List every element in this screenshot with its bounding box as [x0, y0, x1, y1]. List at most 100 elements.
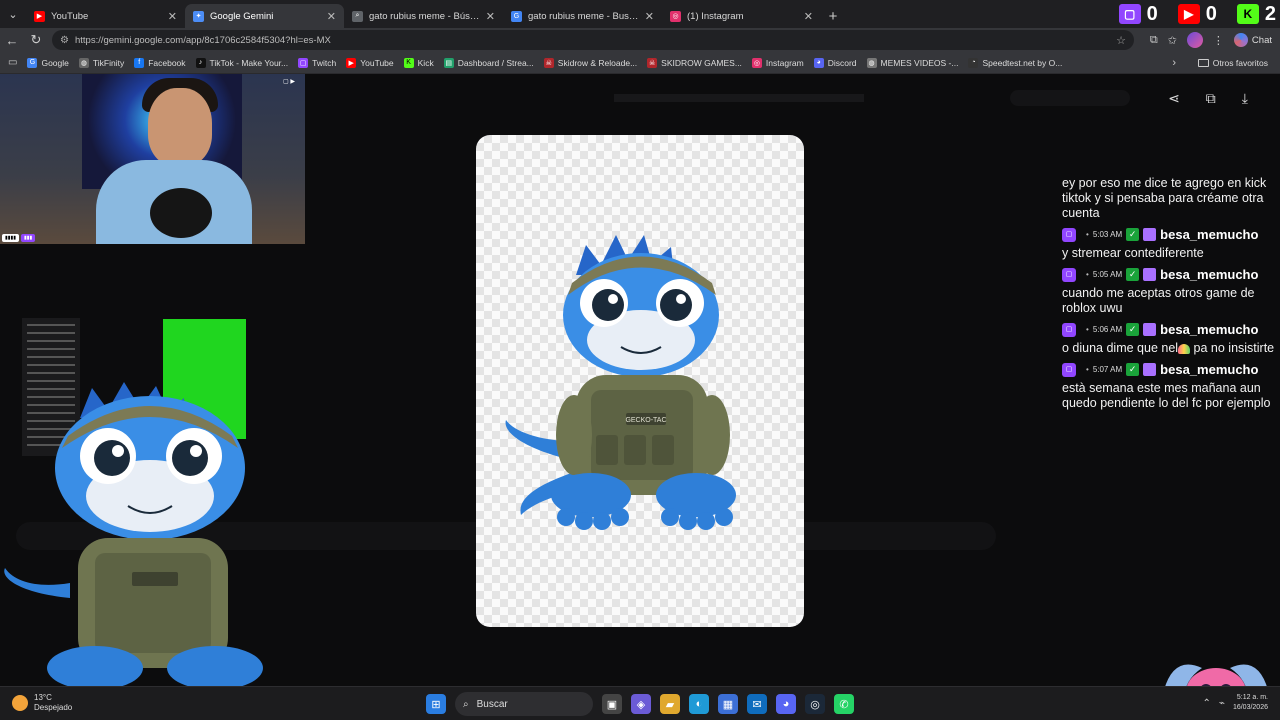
bookmark-tikfinity[interactable]: ◍ TikFinity	[78, 57, 125, 68]
bookmark-dashboard[interactable]: ▤ Dashboard / Strea...	[443, 57, 534, 68]
chat-text: o diuna dime que nel	[1062, 341, 1179, 355]
subscriber-badge-icon	[1143, 363, 1157, 376]
stream-chat: ey por eso me dice te agrego en kick tik…	[1062, 176, 1280, 417]
bookmark-star-icon[interactable]: ☆	[1116, 34, 1126, 47]
bookmark-skidrow-games[interactable]: ☠ SKIDROW GAMES...	[647, 57, 742, 68]
tab-google-gemini[interactable]: ✦ Google Gemini ✕	[185, 4, 344, 28]
instagram-icon: ◎	[751, 57, 762, 68]
toolbar-actions: ⧉ ✩ ⋮ Chat	[1150, 28, 1272, 52]
file-explorer-icon[interactable]: ▰	[660, 694, 680, 714]
bookmark-facebook[interactable]: f Facebook	[134, 57, 186, 68]
bookmark-twitch[interactable]: ▢ Twitch	[298, 57, 337, 68]
back-icon[interactable]: ←	[0, 28, 24, 52]
bookmark-label: Twitch	[312, 57, 337, 68]
outlook-icon[interactable]: ✉	[747, 694, 767, 714]
store-icon[interactable]: ▦	[718, 694, 738, 714]
download-icon[interactable]: ⤓	[1242, 90, 1248, 107]
new-tab-button[interactable]: +	[821, 4, 845, 28]
bookmark-label: Google	[41, 57, 69, 68]
generated-image[interactable]: GECKO-TAC	[476, 135, 804, 627]
copy-icon[interactable]: ⧉	[1206, 90, 1216, 107]
tab-label: Google Gemini	[210, 10, 274, 22]
bookmark-discord[interactable]: ◕ Discord	[813, 57, 857, 68]
tab-label: gato rubius meme - Búsqueda	[369, 10, 482, 22]
chat-username: besa_memucho	[1160, 362, 1259, 377]
weather-icon	[12, 695, 28, 711]
chat-timestamp: 5:03 AM	[1092, 230, 1123, 239]
clock[interactable]: 5:12 a. m. 16/03/2026	[1233, 693, 1268, 713]
chat-button-label: Chat	[1251, 34, 1272, 46]
weather-widget[interactable]: 13°C Despejado	[12, 693, 72, 713]
windows-start-icon[interactable]: ⊞	[426, 694, 446, 714]
chat-username: besa_memucho	[1160, 322, 1259, 337]
extensions-icon[interactable]: ⧉	[1150, 34, 1158, 47]
steam-icon[interactable]: ◎	[805, 694, 825, 714]
google-favicon-icon: G	[511, 10, 522, 22]
weather-condition: Despejado	[34, 703, 73, 712]
streamer-tag: ▮▮▮▮ ▮▮▮	[2, 234, 36, 242]
tag-badge: ▮▮▮▮	[2, 234, 20, 242]
check-badge-icon: ✓	[1126, 228, 1140, 241]
tab-instagram[interactable]: ◎ (1) Instagram ✕	[662, 4, 821, 28]
bookmark-google[interactable]: G Google	[27, 57, 69, 68]
bookmark-speedtest[interactable]: ◔ Speedtest.net by O...	[968, 57, 1062, 68]
discord-icon[interactable]: ◕	[776, 694, 796, 714]
tag-badge: ▮▮▮	[21, 234, 36, 242]
chevron-up-icon[interactable]: ⌃	[1203, 698, 1211, 709]
bookmark-instagram[interactable]: ◎ Instagram	[751, 57, 804, 68]
subscriber-badge-icon	[1143, 228, 1157, 241]
reload-icon[interactable]: ↻	[24, 28, 48, 52]
edge-icon[interactable]: ◐	[689, 694, 709, 714]
kick-counter: K 2	[1236, 3, 1276, 26]
apps-icon[interactable]: ▭	[8, 57, 17, 68]
close-icon[interactable]: ✕	[486, 10, 495, 23]
discord-icon: ◕	[813, 57, 824, 68]
bookmark-skidrow-reloaded[interactable]: ☠ Skidrow & Reloade...	[543, 57, 637, 68]
share-icon[interactable]: ⋖	[1168, 90, 1180, 107]
task-view-icon[interactable]: ▣	[602, 694, 622, 714]
address-bar[interactable]: ⚙ https://gemini.google.com/app/8c1706c2…	[52, 30, 1134, 50]
separator-dot: •	[1086, 270, 1089, 279]
kick-icon: K	[403, 57, 414, 68]
bookmark-label: TikFinity	[92, 57, 125, 68]
close-icon[interactable]: ✕	[327, 10, 336, 23]
chat-text: pa no insistirte	[1190, 341, 1275, 355]
separator-dot: •	[1086, 230, 1089, 239]
close-icon[interactable]: ✕	[168, 10, 177, 23]
close-icon[interactable]: ✕	[804, 10, 813, 23]
profile-avatar[interactable]	[1186, 32, 1203, 48]
favorites-icon[interactable]: ✩	[1168, 34, 1177, 47]
bookmark-tiktok[interactable]: ♪ TikTok - Make Your...	[195, 57, 288, 68]
whatsapp-icon[interactable]: ✆	[834, 694, 854, 714]
tab-label: (1) Instagram	[687, 10, 744, 22]
other-bookmarks[interactable]: Otros favoritos	[1197, 58, 1268, 68]
taskbar-search[interactable]: ⌕ Buscar	[455, 692, 593, 716]
tab-youtube[interactable]: ▶ YouTube ✕	[26, 4, 185, 28]
browser-toolbar: ← ↻ ⚙ https://gemini.google.com/app/8c17…	[0, 28, 1280, 52]
subscriber-badge-icon	[1143, 268, 1157, 281]
widgets-icon[interactable]: ◈	[631, 694, 651, 714]
check-badge-icon: ✓	[1126, 323, 1140, 336]
site-info-icon[interactable]: ⚙	[60, 35, 69, 46]
rainbow-heart-icon	[1178, 343, 1191, 354]
network-icon[interactable]: ⌁	[1219, 698, 1225, 709]
chat-button[interactable]: Chat	[1233, 33, 1272, 47]
bookmark-label: Kick	[417, 57, 434, 68]
google-icon: G	[27, 57, 38, 68]
gecko-soldier-illustration: GECKO-TAC	[505, 235, 736, 530]
chat-message: o diuna dime que nel pa no insistirte	[1062, 341, 1280, 356]
chevron-right-icon[interactable]: ›	[1172, 57, 1176, 69]
tab-search-icon[interactable]: ⌄	[0, 0, 26, 28]
close-icon[interactable]: ✕	[645, 10, 654, 23]
menu-icon[interactable]: ⋮	[1213, 34, 1224, 47]
windows-taskbar: 13°C Despejado ⊞ ⌕ Buscar ▣ ◈ ▰ ◐ ▦ ✉ ◕ …	[0, 686, 1280, 720]
tab-google-search[interactable]: G gato rubius meme - Buscar con Go ✕	[503, 4, 662, 28]
bookmark-memes-videos[interactable]: ◍ MEMES VIDEOS -...	[866, 57, 958, 68]
tiktok-icon: ♪	[195, 57, 206, 68]
search-favicon-icon: ⌕	[352, 10, 363, 22]
bookmark-kick[interactable]: K Kick	[403, 57, 434, 68]
temperature: 13°C	[34, 693, 52, 702]
twitch-icon: ▢	[1062, 362, 1076, 377]
tab-bing-search[interactable]: ⌕ gato rubius meme - Búsqueda ✕	[344, 4, 503, 28]
bookmark-youtube[interactable]: ▶ YouTube	[346, 57, 394, 68]
